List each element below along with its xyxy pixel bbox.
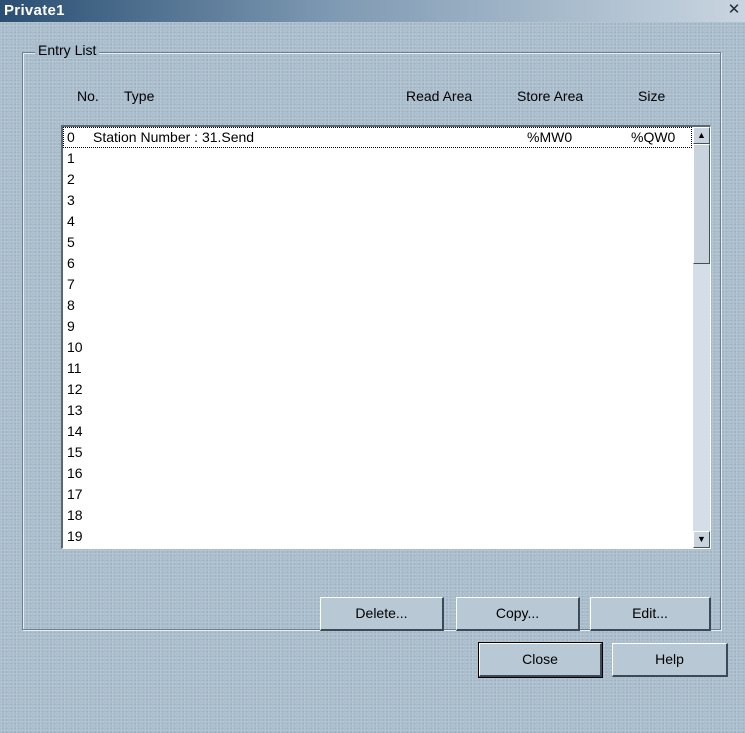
entry-no: 1 <box>67 150 75 166</box>
column-header-store-area: Store Area <box>517 88 584 104</box>
scrollbar-thumb[interactable] <box>693 144 710 264</box>
column-header-read-area: Read Area <box>406 88 473 104</box>
list-item[interactable]: 13 <box>63 400 692 421</box>
entry-no: 10 <box>67 339 83 355</box>
list-item[interactable]: 9 <box>63 316 692 337</box>
entry-no: 0 <box>67 129 75 145</box>
list-item[interactable]: 8 <box>63 295 692 316</box>
entry-no: 3 <box>67 192 75 208</box>
edit-button[interactable]: Edit... <box>590 597 711 631</box>
list-item[interactable]: 4 <box>63 211 692 232</box>
list-item[interactable]: 6 <box>63 253 692 274</box>
entry-rows: 0 Station Number : 31.Send %MW0 %QW0 1 2… <box>63 127 692 548</box>
entry-no: 8 <box>67 297 75 313</box>
list-item[interactable]: 0 Station Number : 31.Send %MW0 %QW0 <box>63 127 692 148</box>
list-item[interactable]: 7 <box>63 274 692 295</box>
delete-button[interactable]: Delete... <box>320 597 444 631</box>
vertical-scrollbar[interactable]: ▲ ▼ <box>693 127 710 548</box>
list-item[interactable]: 1 <box>63 148 692 169</box>
entry-no: 2 <box>67 171 75 187</box>
scroll-up-arrow-icon[interactable]: ▲ <box>693 127 710 144</box>
list-item[interactable]: 5 <box>63 232 692 253</box>
entry-no: 15 <box>67 444 83 460</box>
private1-dialog: Private1 ✕ Entry List No. Type Read Area… <box>0 0 745 733</box>
entry-listbox[interactable]: 0 Station Number : 31.Send %MW0 %QW0 1 2… <box>61 125 711 549</box>
list-item[interactable]: 18 <box>63 505 692 526</box>
list-item[interactable]: 12 <box>63 379 692 400</box>
list-item[interactable]: 14 <box>63 421 692 442</box>
entry-no: 14 <box>67 423 83 439</box>
entry-no: 17 <box>67 486 83 502</box>
entry-no: 18 <box>67 507 83 523</box>
entry-no: 13 <box>67 402 83 418</box>
entry-type: Station Number : 31.Send <box>93 129 255 145</box>
column-header-type: Type <box>124 88 155 104</box>
list-item[interactable]: 2 <box>63 169 692 190</box>
entry-list-label: Entry List <box>35 42 100 58</box>
close-button[interactable]: Close <box>478 642 603 678</box>
entry-no: 6 <box>67 255 75 271</box>
window-title: Private1 <box>4 2 65 19</box>
list-item[interactable]: 11 <box>63 358 692 379</box>
entry-no: 12 <box>67 381 83 397</box>
entry-no: 16 <box>67 465 83 481</box>
list-item[interactable]: 19 <box>63 526 692 547</box>
entry-size: %QW0 <box>631 129 676 145</box>
entry-no: 4 <box>67 213 75 229</box>
entry-no: 9 <box>67 318 75 334</box>
help-button[interactable]: Help <box>612 643 728 677</box>
entry-no: 7 <box>67 276 75 292</box>
entry-no: 19 <box>67 528 83 544</box>
list-item[interactable]: 17 <box>63 484 692 505</box>
list-item[interactable]: 16 <box>63 463 692 484</box>
entry-no: 5 <box>67 234 75 250</box>
scroll-down-arrow-icon[interactable]: ▼ <box>693 531 710 548</box>
entry-store-area: %MW0 <box>527 129 573 145</box>
title-bar[interactable]: Private1 ✕ <box>0 0 745 22</box>
list-item[interactable]: 10 <box>63 337 692 358</box>
list-item[interactable]: 3 <box>63 190 692 211</box>
entry-no: 11 <box>67 360 82 376</box>
column-header-no: No. <box>77 88 99 104</box>
copy-button[interactable]: Copy... <box>456 597 580 631</box>
close-icon[interactable]: ✕ <box>726 2 742 18</box>
list-item[interactable]: 15 <box>63 442 692 463</box>
column-header-size: Size <box>638 88 666 104</box>
